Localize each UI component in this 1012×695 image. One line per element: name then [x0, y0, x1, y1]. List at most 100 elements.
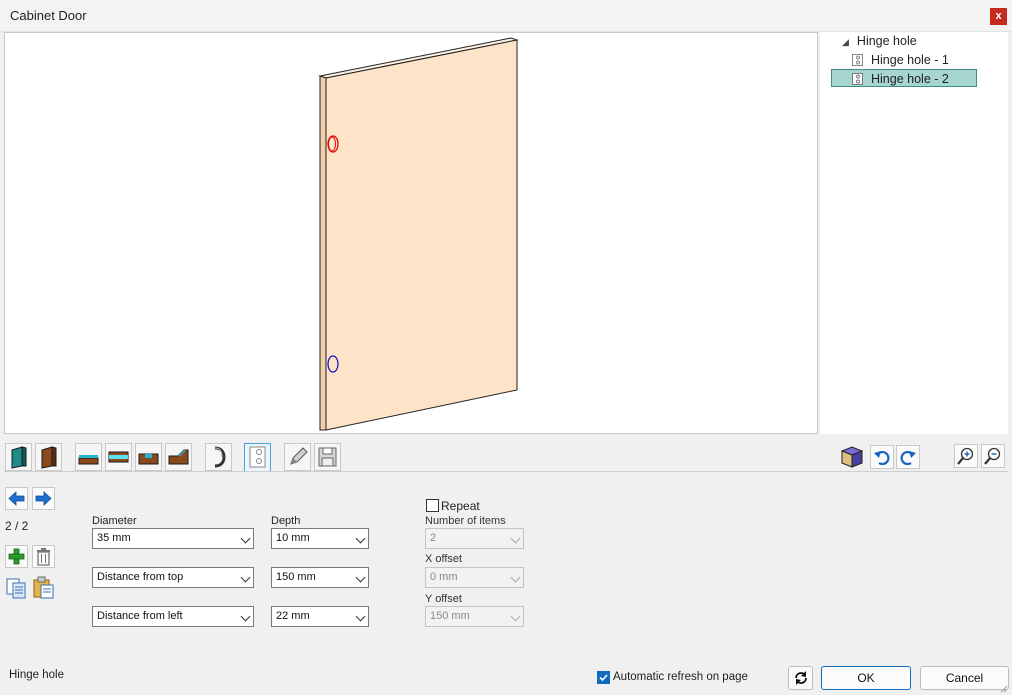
depth-value: 10 mm	[276, 532, 310, 544]
resize-grip-icon[interactable]	[998, 683, 1008, 693]
title-bar: Cabinet Door x	[0, 0, 1012, 32]
save-icon	[318, 447, 337, 467]
number-of-items-select[interactable]: 2	[425, 528, 524, 549]
diameter-value: 35 mm	[97, 532, 131, 544]
depth-label: Depth	[271, 515, 301, 527]
edge-profile-icon	[168, 449, 189, 465]
status-text: Hinge hole	[9, 669, 64, 681]
auto-refresh-label: Automatic refresh on page	[613, 671, 748, 683]
3d-viewport[interactable]	[4, 32, 818, 434]
tab-edge-middle[interactable]	[105, 443, 132, 471]
tree-item-hinge-hole-1[interactable]: Hinge hole - 1	[850, 51, 1000, 69]
check-icon	[599, 674, 608, 682]
depth-select[interactable]: 10 mm	[271, 528, 369, 549]
next-item-button[interactable]	[32, 487, 55, 510]
x-offset-select[interactable]: 0 mm	[425, 567, 524, 588]
tab-door-back[interactable]	[35, 443, 62, 471]
diameter-label: Diameter	[92, 515, 137, 527]
item-counter: 2 / 2	[5, 519, 29, 533]
tab-handle[interactable]	[205, 443, 232, 471]
handle-icon	[214, 446, 226, 468]
rotate-left-button[interactable]	[870, 445, 894, 469]
door-face	[325, 39, 518, 431]
vertical-reference-select[interactable]: Distance from top	[92, 567, 254, 588]
tree-item-label: Hinge hole - 2	[871, 72, 949, 86]
copy-button[interactable]	[5, 575, 29, 599]
auto-refresh-checkbox[interactable]	[597, 671, 610, 684]
vertical-distance-select[interactable]: 150 mm	[271, 567, 369, 588]
element-tree: ◢ Hinge hole Hinge hole - 1 Hinge hole - …	[820, 32, 1008, 434]
ok-button[interactable]: OK	[821, 666, 911, 690]
edge-bottom-icon	[78, 455, 99, 465]
tab-door-front[interactable]	[5, 443, 32, 471]
vertical-reference-value: Distance from top	[97, 571, 184, 583]
rotate-left-icon	[874, 451, 890, 466]
horizontal-distance-select[interactable]: 22 mm	[271, 606, 369, 627]
zoom-in-button[interactable]	[954, 444, 978, 468]
vertical-distance-value: 150 mm	[276, 571, 316, 583]
zoom-in-icon	[957, 447, 974, 465]
edge-groove-icon	[138, 453, 159, 465]
rotate-right-button[interactable]	[896, 445, 920, 469]
arrow-right-icon	[35, 491, 52, 506]
tab-edge-profile[interactable]	[165, 443, 192, 471]
chevron-down-icon	[510, 533, 521, 544]
collapse-triangle-icon[interactable]: ◢	[842, 37, 849, 47]
paste-button[interactable]	[32, 575, 56, 599]
x-offset-value: 0 mm	[430, 571, 458, 583]
diameter-select[interactable]: 35 mm	[92, 528, 254, 549]
zoom-out-button[interactable]	[981, 444, 1005, 468]
chevron-down-icon	[355, 611, 366, 622]
door-back-icon	[41, 446, 57, 469]
rotate-right-icon	[900, 451, 916, 466]
previous-item-button[interactable]	[5, 487, 28, 510]
close-button[interactable]: x	[990, 8, 1007, 25]
horizontal-distance-value: 22 mm	[276, 610, 310, 622]
toolbar-divider	[4, 471, 1008, 472]
y-offset-select[interactable]: 150 mm	[425, 606, 524, 627]
tab-edge-bottom[interactable]	[75, 443, 102, 471]
y-offset-label: Y offset	[425, 593, 462, 605]
edge-middle-icon	[108, 451, 129, 463]
x-offset-label: X offset	[425, 553, 463, 565]
number-of-items-value: 2	[430, 532, 437, 544]
tab-edit[interactable]	[284, 443, 311, 471]
door-preview	[318, 37, 519, 431]
tab-hinge-hole[interactable]	[244, 443, 271, 472]
chevron-down-icon	[510, 611, 521, 622]
add-item-button[interactable]	[5, 545, 28, 568]
door-front-icon	[11, 446, 27, 469]
chevron-down-icon	[240, 533, 251, 544]
arrow-left-icon	[8, 491, 25, 506]
3d-view-button[interactable]	[838, 443, 866, 471]
hinge-node-icon	[852, 54, 863, 66]
number-of-items-label: Number of items	[425, 515, 506, 527]
zoom-out-icon	[984, 447, 1001, 465]
tree-item-label: Hinge hole - 1	[871, 53, 949, 67]
tree-root-label: Hinge hole	[856, 34, 917, 48]
tab-save[interactable]	[314, 443, 341, 471]
window-title: Cabinet Door	[10, 8, 87, 23]
cancel-button[interactable]: Cancel	[920, 666, 1009, 690]
y-offset-value: 150 mm	[430, 610, 470, 622]
chevron-down-icon	[510, 572, 521, 583]
tree-root-hinge-hole[interactable]: ◢ Hinge hole	[842, 32, 917, 50]
door-left-edge	[319, 75, 327, 431]
copy-icon	[6, 578, 26, 599]
horizontal-reference-value: Distance from left	[97, 610, 183, 622]
repeat-checkbox[interactable]	[426, 499, 439, 512]
chevron-down-icon	[355, 572, 366, 583]
delete-item-button[interactable]	[32, 545, 55, 568]
pencil-icon	[290, 447, 308, 465]
tab-edge-groove[interactable]	[135, 443, 162, 471]
hinge-hole-icon	[249, 446, 266, 468]
refresh-button[interactable]	[788, 666, 813, 690]
refresh-icon	[794, 671, 807, 685]
hinge-node-icon	[852, 73, 863, 85]
chevron-down-icon	[355, 533, 366, 544]
repeat-label: Repeat	[441, 499, 480, 513]
chevron-down-icon	[240, 611, 251, 622]
tree-item-hinge-hole-2[interactable]: Hinge hole - 2	[831, 69, 977, 87]
paste-icon	[33, 576, 54, 599]
horizontal-reference-select[interactable]: Distance from left	[92, 606, 254, 627]
